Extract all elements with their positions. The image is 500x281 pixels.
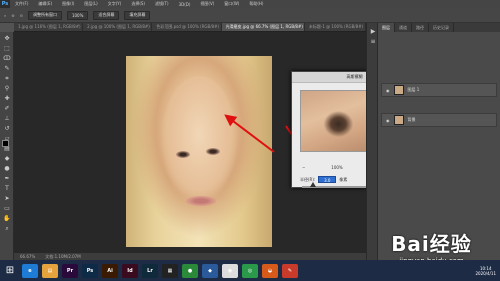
tab-layers[interactable]: 图层 (378, 23, 395, 32)
layer-row[interactable]: ◉ 背景 (381, 113, 497, 127)
taskbar-app-icon[interactable]: e (22, 263, 38, 278)
layer-thumbnail (393, 85, 404, 95)
preview-zoom-value: 100% (331, 165, 343, 170)
status-bar: 66.67% 文档:1.10M/2.07M (14, 253, 366, 260)
zoom-level: 66.67% (20, 254, 36, 259)
tab-channels[interactable]: 通道 (395, 23, 412, 32)
system-clock[interactable]: 10:14 2020/4/11 (475, 266, 496, 276)
radius-input[interactable]: 3.0 (318, 176, 337, 183)
taskbar: ⊞ e ▤ Pr Ps Ai Id Lr ▦ ● ◆ ◉ ◎ ◒ ✎ 10:14… (0, 260, 500, 281)
blur-preview[interactable] (300, 90, 370, 152)
tab-paths[interactable]: 路径 (412, 23, 429, 32)
eye-icon[interactable]: ◉ (386, 88, 390, 93)
taskbar-app-icon[interactable]: ◆ (202, 263, 218, 278)
baidu-logo: Bai经验 (391, 232, 472, 256)
taskbar-app-icon[interactable]: ▦ (162, 263, 178, 278)
taskbar-app-icon[interactable]: ● (182, 263, 198, 278)
properties-panel-icon[interactable]: ≡ (368, 37, 378, 46)
taskbar-app-icon[interactable]: ▤ (42, 263, 58, 278)
taskbar-app-icon[interactable]: Ai (102, 263, 118, 278)
taskbar-app-icon[interactable]: ◉ (222, 263, 238, 278)
radius-unit: 像素 (339, 176, 348, 182)
layer-thumbnail (393, 115, 404, 125)
history-panel-icon[interactable]: ▶ (368, 27, 378, 36)
radius-slider-handle[interactable] (310, 182, 316, 187)
zoom-out-icon[interactable]: − (302, 165, 305, 170)
tab-history[interactable]: 历史记录 (429, 23, 454, 32)
taskbar-app-icon[interactable]: ◒ (262, 263, 278, 278)
annotation-arrow-photo (224, 114, 275, 153)
taskbar-app-icon[interactable]: Id (122, 263, 138, 278)
eye-icon[interactable]: ◉ (386, 118, 390, 123)
taskbar-app-icon[interactable]: Pr (62, 263, 78, 278)
layer-name: 图层 1 (407, 87, 420, 92)
clock-date: 2020/4/11 (475, 270, 496, 276)
windows-start-icon[interactable]: ⊞ (0, 260, 20, 281)
layer-row[interactable]: ◉ 图层 1 (381, 83, 497, 97)
layer-name: 背景 (407, 117, 416, 122)
document-size: 文档:1.10M/2.07M (45, 253, 81, 259)
preview-zoom-row: − 100% + (302, 164, 372, 171)
taskbar-app-icon[interactable]: Lr (142, 263, 158, 278)
taskbar-app-icon[interactable]: ◎ (242, 263, 258, 278)
panel-tabs: 图层 通道 路径 历史记录 (378, 23, 500, 32)
taskbar-app-icon[interactable]: ✎ (282, 263, 298, 278)
taskbar-app-icon[interactable]: Ps (82, 263, 98, 278)
